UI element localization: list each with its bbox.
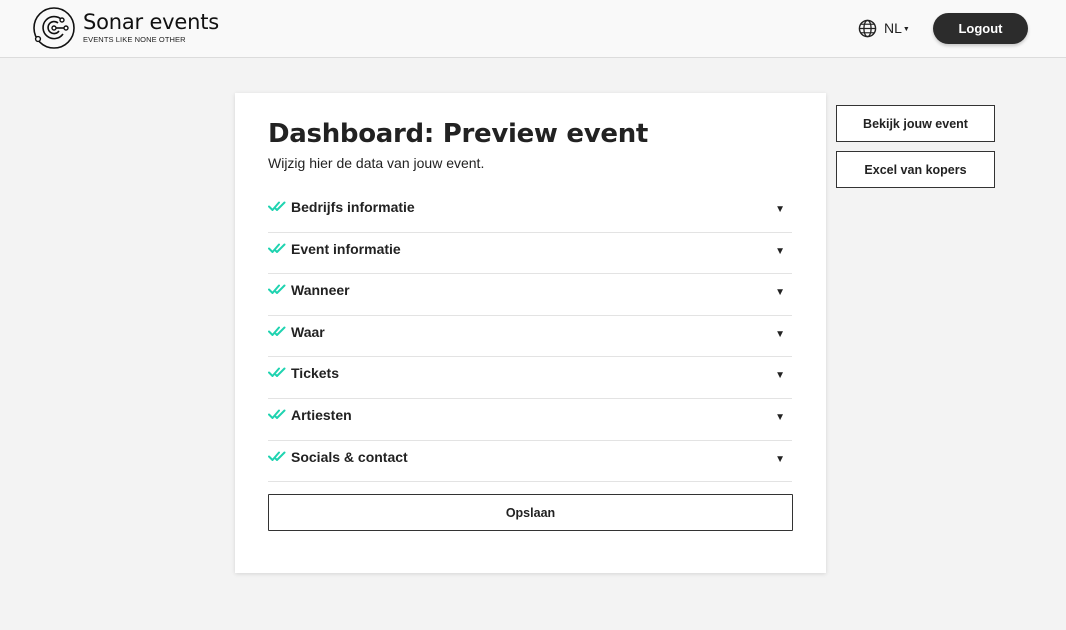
brand-title: Sonar events — [83, 9, 220, 34]
section-label: Artiesten — [291, 406, 352, 423]
double-check-icon — [268, 326, 286, 336]
section-list: Bedrijfs informatie ▼ Event informatie ▼… — [268, 191, 792, 483]
section-waar[interactable]: Waar ▼ — [268, 316, 792, 358]
sonar-logo-icon — [33, 7, 75, 49]
top-bar: Sonar events EVENTS LIKE NONE OTHER NL ▼… — [0, 0, 1066, 58]
section-label: Socials & contact — [291, 448, 408, 465]
dropdown-arrow-icon: ▼ — [775, 245, 785, 257]
section-tickets[interactable]: Tickets ▼ — [268, 357, 792, 399]
dropdown-arrow-icon: ▼ — [775, 287, 785, 299]
dropdown-arrow-icon: ▼ — [775, 204, 785, 215]
language-code: NL — [884, 20, 902, 36]
section-label: Tickets — [291, 365, 339, 382]
preview-event-card: Dashboard: Preview event Wijzig hier de … — [235, 93, 826, 573]
view-event-button[interactable]: Bekijk jouw event — [836, 105, 995, 142]
save-button[interactable]: Opslaan — [268, 494, 793, 531]
section-label: Wanneer — [291, 282, 350, 299]
double-check-icon — [268, 284, 286, 295]
section-label: Waar — [291, 323, 325, 340]
dropdown-arrow-icon: ▼ — [775, 453, 785, 465]
section-label: Event informatie — [291, 240, 401, 257]
section-event-informatie[interactable]: Event informatie ▼ — [268, 233, 792, 275]
section-socials-contact[interactable]: Socials & contact ▼ — [268, 441, 792, 483]
logout-button[interactable]: Logout — [933, 13, 1028, 44]
brand-logo[interactable]: Sonar events EVENTS LIKE NONE OTHER — [32, 6, 219, 50]
language-selector[interactable]: NL ▼ — [858, 18, 910, 38]
page-title: Dashboard: Preview event — [268, 119, 649, 149]
globe-icon — [858, 19, 877, 37]
section-wanneer[interactable]: Wanneer ▼ — [268, 274, 792, 316]
section-label: Bedrijfs informatie — [291, 199, 415, 215]
section-artiesten[interactable]: Artiesten ▼ — [268, 399, 792, 441]
brand-tagline: EVENTS LIKE NONE OTHER — [83, 34, 186, 44]
dropdown-arrow-icon: ▼ — [775, 328, 785, 340]
chevron-down-icon: ▼ — [902, 25, 910, 33]
page-subtitle: Wijzig hier de data van jouw event. — [268, 155, 485, 171]
dropdown-arrow-icon: ▼ — [775, 370, 785, 382]
dropdown-arrow-icon: ▼ — [775, 411, 785, 423]
double-check-icon — [268, 367, 286, 378]
double-check-icon — [268, 243, 286, 253]
section-bedrijfs-informatie[interactable]: Bedrijfs informatie ▼ — [268, 191, 792, 233]
export-buyers-excel-button[interactable]: Excel van kopers — [836, 151, 995, 188]
double-check-icon — [268, 451, 286, 461]
double-check-icon — [268, 201, 286, 211]
double-check-icon — [268, 409, 286, 419]
